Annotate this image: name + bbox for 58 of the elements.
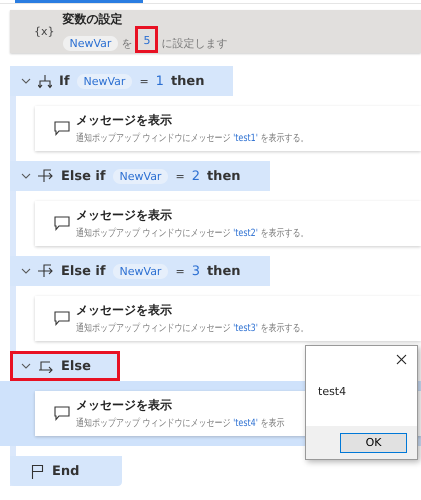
branch-header[interactable]: Else if NewVar = 3 then <box>10 256 270 286</box>
branch-header[interactable]: Else <box>10 351 120 381</box>
step-row[interactable]: メッセージを表示 通知ポップアップ ウィンドウにメッセージ 'test2' を表示する。 <box>16 191 421 256</box>
flag-icon <box>31 464 45 478</box>
set-variable-step[interactable]: {x} 変数の設定 NewVar を 5 に設定します <box>10 10 421 53</box>
chevron-icon <box>21 268 31 274</box>
step-row[interactable]: メッセージを表示 通知ポップアップ ウィンドウにメッセージ 'test1' を表示する。 <box>16 96 421 161</box>
end-header[interactable]: End <box>10 456 122 486</box>
speech-bubble-icon <box>54 121 70 136</box>
step-title: メッセージを表示 <box>76 397 173 414</box>
step-description: 通知ポップアップ ウィンドウにメッセージ 'test4' を表示 <box>76 416 284 430</box>
keyword-text: Else if <box>61 168 106 184</box>
value-text: 1 <box>156 74 164 88</box>
branch-icon <box>38 74 52 88</box>
speech-bubble-icon <box>54 406 70 421</box>
step-description: 通知ポップアップ ウィンドウにメッセージ 'test3' を表示する。 <box>76 322 308 335</box>
value-text: 5 <box>135 26 158 52</box>
keyword-text: then <box>206 168 241 184</box>
chevron-icon <box>21 173 31 179</box>
keyword-text: If <box>59 74 70 88</box>
variable-tag: NewVar <box>112 168 168 184</box>
message-step-card[interactable]: メッセージを表示 通知ポップアップ ウィンドウにメッセージ 'test1' を表示する。 <box>35 106 421 151</box>
step-title: 変数の設定 <box>62 10 124 28</box>
value-text: 2 <box>192 168 200 184</box>
close-icon[interactable] <box>396 354 407 365</box>
step-text: を <box>121 36 132 50</box>
variable-tag: NewVar <box>62 36 118 50</box>
chevron-icon <box>21 78 31 84</box>
operator-text: = <box>175 170 185 182</box>
operator-text: = <box>139 74 149 88</box>
branch-header[interactable]: If NewVar = 1 then <box>10 66 234 96</box>
message-step-card[interactable]: メッセージを表示 通知ポップアップ ウィンドウにメッセージ 'test2' を表示する。 <box>35 201 421 246</box>
branch-arrow-icon <box>38 264 54 278</box>
speech-bubble-icon <box>54 216 70 231</box>
step-title: メッセージを表示 <box>76 207 173 224</box>
keyword-text: Else <box>61 358 91 374</box>
variable-icon: {x} <box>34 25 55 38</box>
branch-header[interactable]: Else if NewVar = 2 then <box>10 161 270 191</box>
variable-tag: NewVar <box>76 74 132 88</box>
variable-tag: NewVar <box>112 264 168 278</box>
step-description: 通知ポップアップ ウィンドウにメッセージ 'test2' を表示する。 <box>76 226 308 240</box>
keyword-text: then <box>206 264 241 278</box>
step-description: 通知ポップアップ ウィンドウにメッセージ 'test1' を表示する。 <box>76 132 308 145</box>
step-text: に設定します <box>161 36 228 50</box>
speech-bubble-icon <box>54 311 70 326</box>
keyword-text: then <box>170 74 204 88</box>
operator-text: = <box>175 264 185 278</box>
ok-button[interactable]: OK <box>340 432 407 452</box>
step-title: メッセージを表示 <box>76 302 173 319</box>
branch-arrow-icon <box>38 359 54 373</box>
keyword-text: Else if <box>61 264 106 278</box>
value-text: 3 <box>192 264 200 278</box>
step-title: メッセージを表示 <box>76 112 173 129</box>
chevron-icon <box>21 363 31 369</box>
message-step-card[interactable]: メッセージを表示 通知ポップアップ ウィンドウにメッセージ 'test3' を表示する。 <box>35 296 421 341</box>
step-row[interactable]: メッセージを表示 通知ポップアップ ウィンドウにメッセージ 'test3' を表示する。 <box>16 286 421 351</box>
branch-arrow-icon <box>38 169 54 183</box>
keyword-text: End <box>52 464 80 478</box>
